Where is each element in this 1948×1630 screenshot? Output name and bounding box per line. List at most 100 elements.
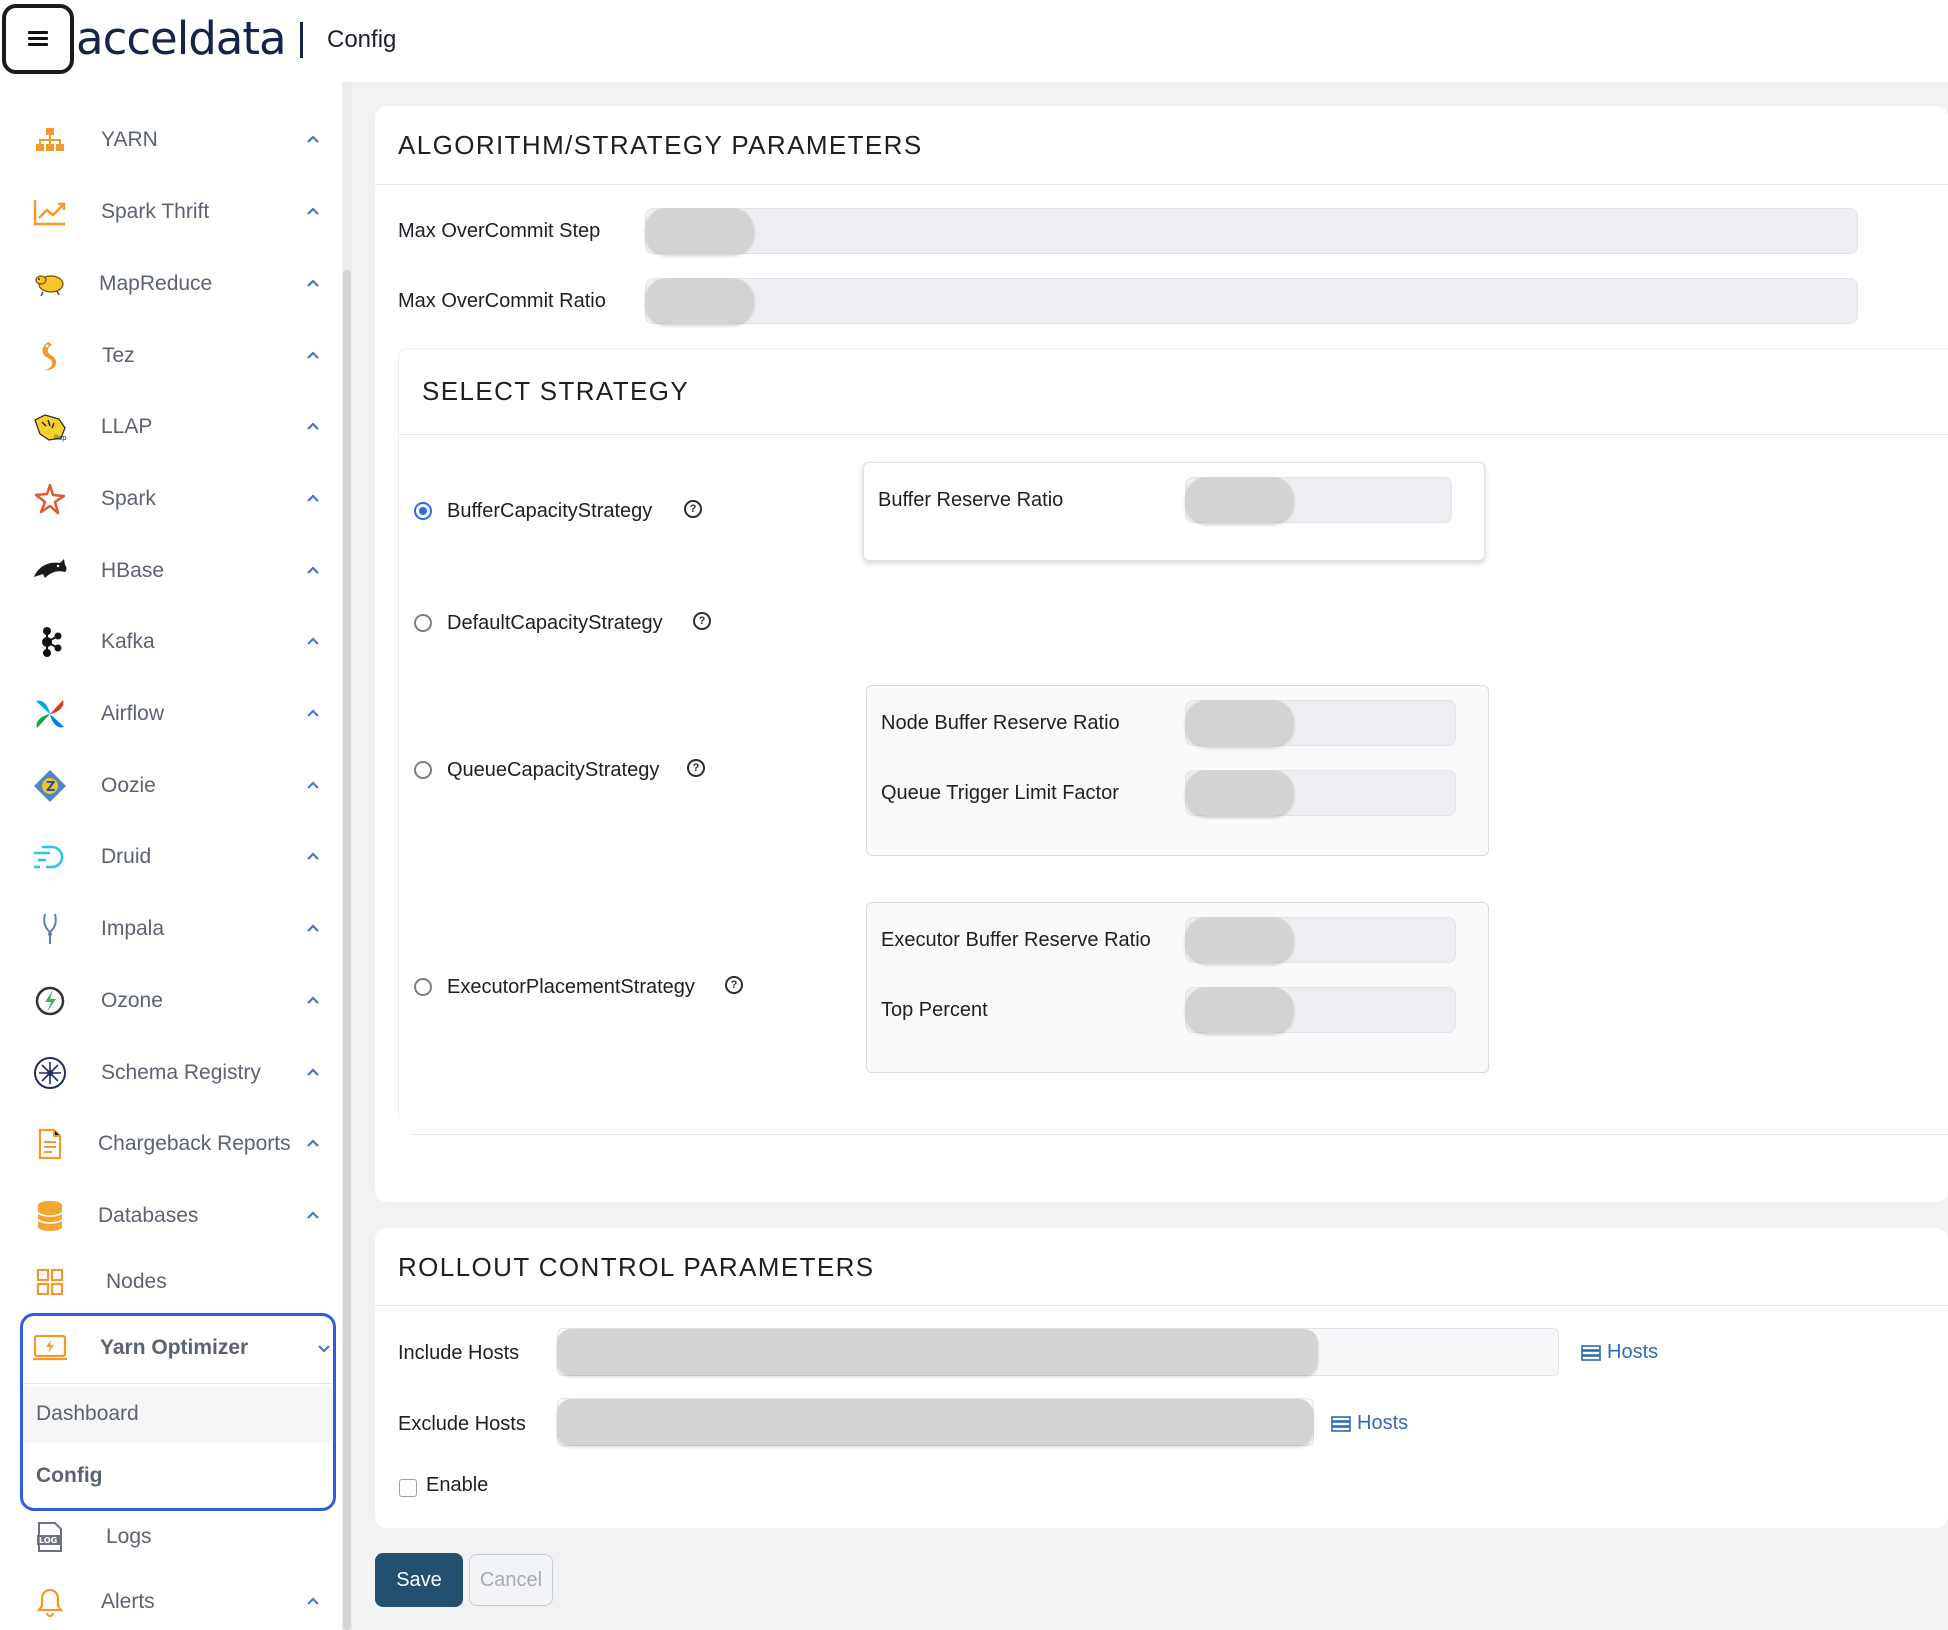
chevron-up-icon[interactable]	[304, 920, 322, 938]
enable-checkbox[interactable]	[399, 1479, 417, 1497]
sidebar-item-label: Alerts	[101, 1590, 155, 1613]
buffer-capacity-strategy-radio[interactable]	[414, 502, 432, 520]
sidebar-item-alerts[interactable]: Alerts	[0, 1577, 342, 1627]
select-strategy-title: SELECT STRATEGY	[422, 376, 690, 406]
sidebar-item-mapreduce[interactable]: MapReduce	[0, 259, 342, 309]
exclude-hosts-label: Exclude Hosts	[398, 1413, 526, 1435]
chevron-up-icon[interactable]	[304, 705, 322, 723]
algorithm-section-title: ALGORITHM/STRATEGY PARAMETERS	[398, 130, 923, 160]
help-icon[interactable]: ?	[725, 976, 743, 994]
hosts-link-label[interactable]: Hosts	[1607, 1341, 1658, 1364]
sidebar-item-hbase[interactable]: HBase	[0, 546, 342, 596]
save-button[interactable]: Save	[375, 1553, 463, 1607]
bell-icon	[32, 1584, 68, 1620]
max-overcommit-step-label: Max OverCommit Step	[398, 220, 601, 242]
svg-text:llap: llap	[54, 434, 67, 442]
sidebar-scrollbar-thumb[interactable]	[343, 270, 351, 1630]
chevron-up-icon[interactable]	[304, 562, 322, 580]
max-overcommit-ratio-slider[interactable]	[645, 278, 1858, 324]
help-icon[interactable]: ?	[687, 759, 705, 777]
cancel-button[interactable]: Cancel	[469, 1554, 553, 1606]
default-capacity-strategy-label[interactable]: DefaultCapacityStrategy	[447, 612, 663, 635]
sidebar-item-label: Spark Thrift	[101, 200, 210, 223]
sidebar-item-label: Chargeback Reports	[98, 1132, 291, 1155]
sidebar-item-kafka[interactable]: Kafka	[0, 617, 342, 667]
max-overcommit-step-slider-thumb[interactable]	[645, 208, 754, 254]
hosts-link-label[interactable]: Hosts	[1357, 1412, 1408, 1435]
node-buffer-reserve-ratio-slider-thumb[interactable]	[1185, 700, 1294, 746]
enable-label[interactable]: Enable	[426, 1474, 488, 1497]
exclude-hosts-link[interactable]: Hosts	[1331, 1412, 1408, 1435]
sidebar-item-logs[interactable]: LOG Logs	[0, 1512, 342, 1562]
sidebar-item-spark-thrift[interactable]: Spark Thrift	[0, 187, 342, 237]
sidebar-item-label: Impala	[101, 917, 165, 940]
hamburger-menu-button[interactable]	[2, 4, 74, 74]
help-icon[interactable]: ?	[693, 612, 711, 630]
chevron-up-icon[interactable]	[304, 1135, 322, 1153]
sidebar-subitem-config[interactable]: Config	[36, 1464, 102, 1488]
sidebar-item-tez[interactable]: Tez	[0, 331, 342, 381]
sidebar-item-label: HBase	[101, 559, 165, 582]
sidebar-item-label: Tez	[102, 344, 135, 367]
chevron-up-icon[interactable]	[304, 275, 322, 293]
section-divider	[375, 1305, 1948, 1306]
top-percent-slider-thumb[interactable]	[1185, 987, 1294, 1033]
sidebar-item-airflow[interactable]: Airflow	[0, 689, 342, 739]
exclude-hosts-input-value[interactable]	[557, 1399, 1313, 1445]
chevron-up-icon[interactable]	[304, 633, 322, 651]
chevron-up-icon[interactable]	[304, 1593, 322, 1611]
max-overcommit-step-slider[interactable]	[645, 208, 1858, 254]
queue-capacity-strategy-label[interactable]: QueueCapacityStrategy	[447, 759, 659, 782]
queue-capacity-strategy-radio[interactable]	[414, 761, 432, 779]
chevron-up-icon[interactable]	[304, 1207, 322, 1225]
sidebar-item-oozie[interactable]: Z Oozie	[0, 761, 342, 811]
help-icon[interactable]: ?	[684, 500, 702, 518]
include-hosts-link[interactable]: Hosts	[1581, 1341, 1658, 1364]
chevron-up-icon[interactable]	[304, 992, 322, 1010]
sidebar-item-spark[interactable]: Spark	[0, 474, 342, 524]
svg-text:LOG: LOG	[39, 1536, 57, 1545]
sidebar-item-nodes[interactable]: Nodes	[0, 1257, 342, 1307]
chevron-up-icon[interactable]	[304, 848, 322, 866]
oozie-icon: Z	[32, 768, 68, 804]
yarn-optimizer-icon	[32, 1330, 68, 1366]
executor-placement-strategy-radio[interactable]	[414, 978, 432, 996]
spark-thrift-icon	[32, 194, 68, 230]
sidebar-item-schema-registry[interactable]: Schema Registry	[0, 1048, 342, 1098]
brand-logo[interactable]: acceldata	[76, 14, 287, 64]
sidebar-subitem-dashboard-label[interactable]: Dashboard	[36, 1402, 139, 1426]
sidebar-item-chargeback-reports[interactable]: Chargeback Reports	[0, 1119, 342, 1169]
yarn-optimizer-divider	[23, 1383, 333, 1384]
tez-icon	[32, 338, 68, 374]
sidebar-item-ozone[interactable]: Ozone	[0, 976, 342, 1026]
include-hosts-input-value[interactable]	[557, 1329, 1318, 1375]
sidebar-item-label: Schema Registry	[101, 1061, 261, 1084]
queue-trigger-limit-factor-slider-thumb[interactable]	[1185, 770, 1294, 816]
default-capacity-strategy-radio[interactable]	[414, 614, 432, 632]
buffer-capacity-strategy-label[interactable]: BufferCapacityStrategy	[447, 500, 652, 523]
executor-buffer-reserve-ratio-label: Executor Buffer Reserve Ratio	[881, 929, 1151, 951]
sidebar-item-impala[interactable]: Impala	[0, 904, 342, 954]
nodes-icon	[32, 1264, 68, 1300]
sidebar-item-yarn-optimizer[interactable]: Yarn Optimizer	[23, 1323, 333, 1373]
sidebar-item-label: Airflow	[101, 702, 165, 725]
chevron-up-icon[interactable]	[304, 347, 322, 365]
chevron-up-icon[interactable]	[304, 1064, 322, 1082]
sidebar-item-yarn[interactable]: YARN	[0, 115, 342, 165]
max-overcommit-ratio-label: Max OverCommit Ratio	[398, 290, 606, 312]
chevron-up-icon[interactable]	[304, 418, 322, 436]
chevron-down-icon[interactable]	[315, 1339, 333, 1357]
sidebar-item-databases[interactable]: Databases	[0, 1191, 342, 1241]
executor-placement-strategy-label[interactable]: ExecutorPlacementStrategy	[447, 976, 695, 999]
llap-icon: llap	[32, 409, 68, 445]
server-list-icon	[1331, 1415, 1351, 1432]
chevron-up-icon[interactable]	[304, 490, 322, 508]
executor-buffer-reserve-ratio-slider-thumb[interactable]	[1185, 917, 1294, 963]
chevron-up-icon[interactable]	[304, 131, 322, 149]
chevron-up-icon[interactable]	[304, 777, 322, 795]
chevron-up-icon[interactable]	[304, 203, 322, 221]
sidebar-item-druid[interactable]: Druid	[0, 832, 342, 882]
sidebar-item-llap[interactable]: llap LLAP	[0, 402, 342, 452]
max-overcommit-ratio-slider-thumb[interactable]	[645, 278, 754, 324]
buffer-reserve-ratio-slider-thumb[interactable]	[1185, 477, 1294, 523]
